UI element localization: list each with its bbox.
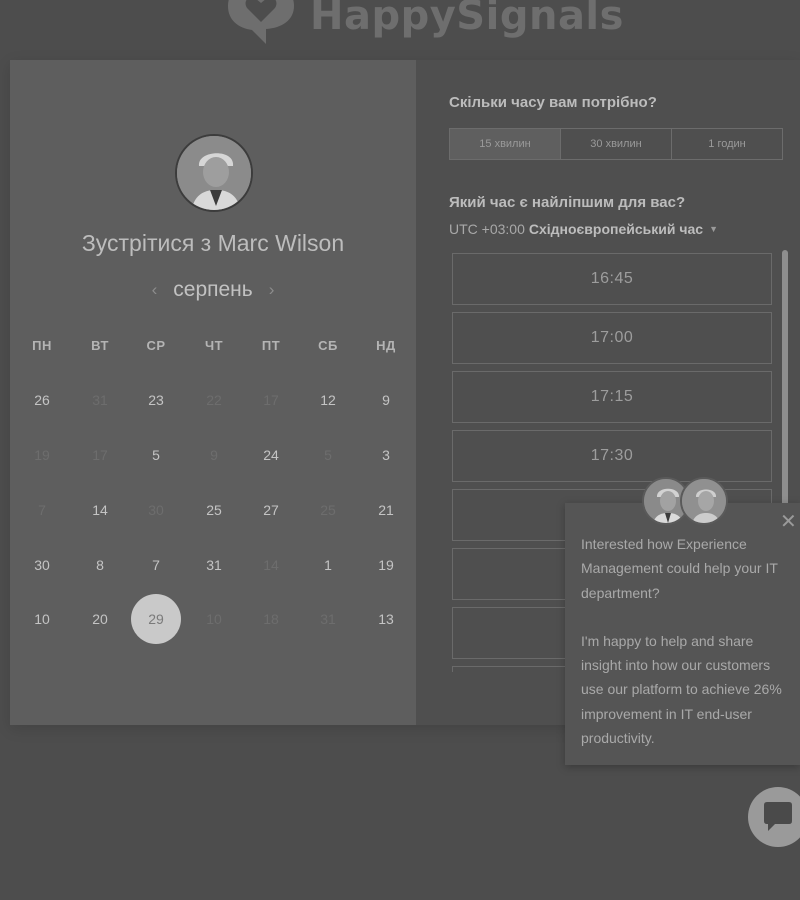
time-question: Який час є найліпшим для вас? bbox=[449, 194, 686, 211]
time-slot[interactable]: 17:30 bbox=[452, 430, 772, 482]
calendar-day[interactable]: 14 bbox=[75, 485, 125, 535]
calendar-day-selected[interactable]: 29 bbox=[131, 594, 181, 644]
duration-option-30[interactable]: 30 хвилин bbox=[561, 129, 672, 159]
calendar-day[interactable]: 8 bbox=[75, 540, 125, 590]
calendar-day[interactable]: 12 bbox=[303, 375, 353, 425]
calendar-day: 7 bbox=[38, 502, 46, 518]
chat-message-intro: Interested how Experience Management cou… bbox=[581, 536, 778, 601]
calendar-day: 10 bbox=[206, 611, 222, 627]
speech-bubble-heart-icon bbox=[228, 0, 294, 44]
calendar-day[interactable]: 3 bbox=[361, 430, 411, 480]
calendar-day: 17 bbox=[263, 392, 279, 408]
chat-message: Interested how Experience Management cou… bbox=[581, 532, 793, 750]
time-slot[interactable]: 17:15 bbox=[452, 371, 772, 423]
calendar-day: 31 bbox=[92, 392, 108, 408]
timezone-offset: UTC +03:00 bbox=[449, 221, 525, 237]
calendar-day[interactable]: 7 bbox=[131, 540, 181, 590]
weekday-label: ВТ bbox=[91, 338, 109, 353]
weekday-label: НД bbox=[376, 338, 396, 353]
calendar-day: 25 bbox=[320, 502, 336, 518]
caret-down-icon: ▼ bbox=[709, 224, 718, 234]
chat-agent-avatars bbox=[642, 477, 732, 529]
brand-name: HappySignals bbox=[310, 0, 624, 39]
calendar-day: 31 bbox=[320, 611, 336, 627]
weekday-label: ЧТ bbox=[204, 338, 224, 353]
timezone-name: Східноєвропейський час bbox=[528, 221, 704, 237]
month-navigator: ‹ серпень › bbox=[10, 278, 416, 302]
calendar-day[interactable]: 31 bbox=[189, 540, 239, 590]
calendar-day: 14 bbox=[263, 557, 279, 573]
calendar-day[interactable]: 27 bbox=[246, 485, 296, 535]
weekday-label: ПТ bbox=[261, 338, 281, 353]
meeting-title: Зустрітися з Marc Wilson bbox=[81, 230, 345, 256]
duration-selector: 15 хвилин 30 хвилин 1 годин bbox=[449, 128, 783, 160]
calendar-day[interactable]: 24 bbox=[246, 430, 296, 480]
duration-option-15[interactable]: 15 хвилин bbox=[450, 129, 561, 159]
calendar-day[interactable]: 30 bbox=[17, 540, 67, 590]
calendar-day[interactable]: 9 bbox=[361, 375, 411, 425]
calendar-day[interactable]: 19 bbox=[361, 540, 411, 590]
chat-bubble-icon bbox=[764, 802, 792, 831]
calendar-day[interactable]: 5 bbox=[131, 430, 181, 480]
calendar-day[interactable]: 13 bbox=[361, 594, 411, 644]
month-label: серпень bbox=[173, 278, 253, 301]
close-icon[interactable]: ✕ bbox=[780, 512, 797, 532]
calendar-day[interactable]: 23 bbox=[131, 375, 181, 425]
calendar-panel: Зустрітися з Marc Wilson ‹ серпень › ПН В… bbox=[10, 60, 416, 725]
chat-message-body: I'm happy to help and share insight into… bbox=[581, 632, 782, 747]
brand-logo[interactable]: HappySignals bbox=[222, 0, 624, 46]
calendar-day[interactable]: 10 bbox=[17, 594, 67, 644]
host-avatar bbox=[175, 134, 253, 212]
calendar-day: 22 bbox=[206, 392, 222, 408]
weekday-label: СБ bbox=[318, 338, 338, 353]
chevron-left-icon[interactable]: ‹ bbox=[152, 280, 158, 300]
calendar-day[interactable]: 25 bbox=[189, 485, 239, 535]
calendar-day[interactable]: 20 bbox=[75, 594, 125, 644]
calendar-day: 17 bbox=[92, 447, 108, 463]
calendar-day[interactable]: 1 bbox=[303, 540, 353, 590]
calendar-day: 30 bbox=[148, 502, 164, 518]
calendar-day: 5 bbox=[324, 447, 332, 463]
calendar-day: 19 bbox=[34, 447, 50, 463]
calendar-day[interactable]: 21 bbox=[361, 485, 411, 535]
timezone-selector[interactable]: UTC +03:00 Східноєвропейський час ▼ bbox=[449, 221, 718, 237]
time-slot[interactable]: 17:00 bbox=[452, 312, 772, 364]
weekday-label: ПН bbox=[32, 338, 52, 353]
calendar-day: 9 bbox=[210, 447, 218, 463]
calendar-day[interactable]: 26 bbox=[17, 375, 67, 425]
chat-launcher-button[interactable] bbox=[748, 787, 800, 847]
duration-question: Скільки часу вам потрібно? bbox=[449, 94, 657, 111]
weekday-label: СР bbox=[146, 338, 166, 353]
calendar-day: 18 bbox=[263, 611, 279, 627]
duration-option-60[interactable]: 1 годин bbox=[672, 129, 782, 159]
agent-avatar bbox=[680, 477, 728, 525]
chevron-right-icon[interactable]: › bbox=[269, 280, 275, 300]
slot-scrollbar[interactable] bbox=[782, 250, 788, 510]
time-slot[interactable]: 16:45 bbox=[452, 253, 772, 305]
